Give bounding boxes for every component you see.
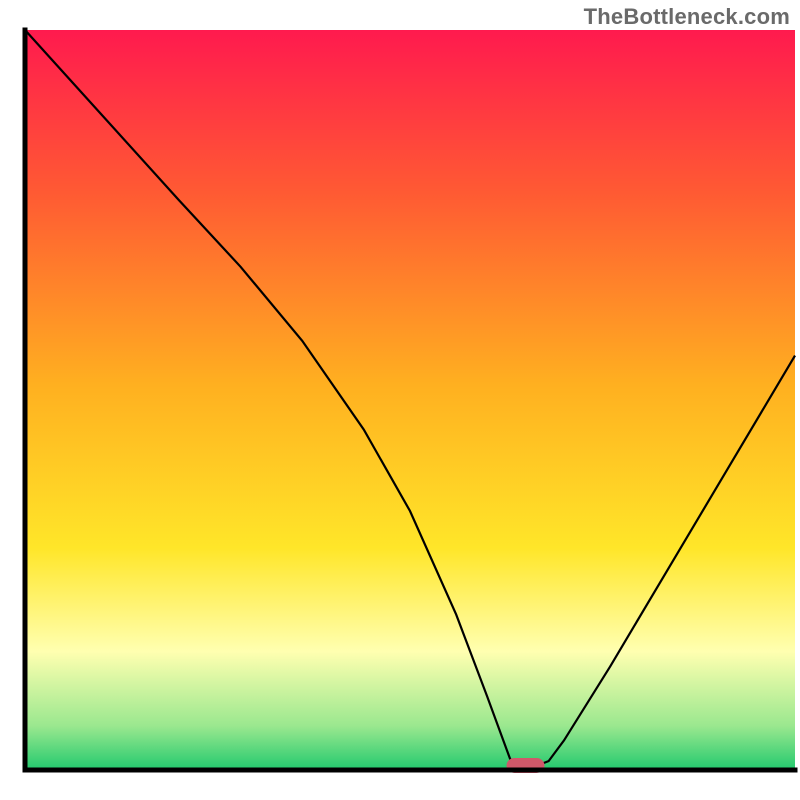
watermark-text: TheBottleneck.com bbox=[584, 4, 790, 30]
chart-container: TheBottleneck.com bbox=[0, 0, 800, 800]
gradient-background bbox=[25, 30, 795, 770]
bottleneck-chart bbox=[0, 0, 800, 800]
plot-area bbox=[25, 30, 795, 773]
